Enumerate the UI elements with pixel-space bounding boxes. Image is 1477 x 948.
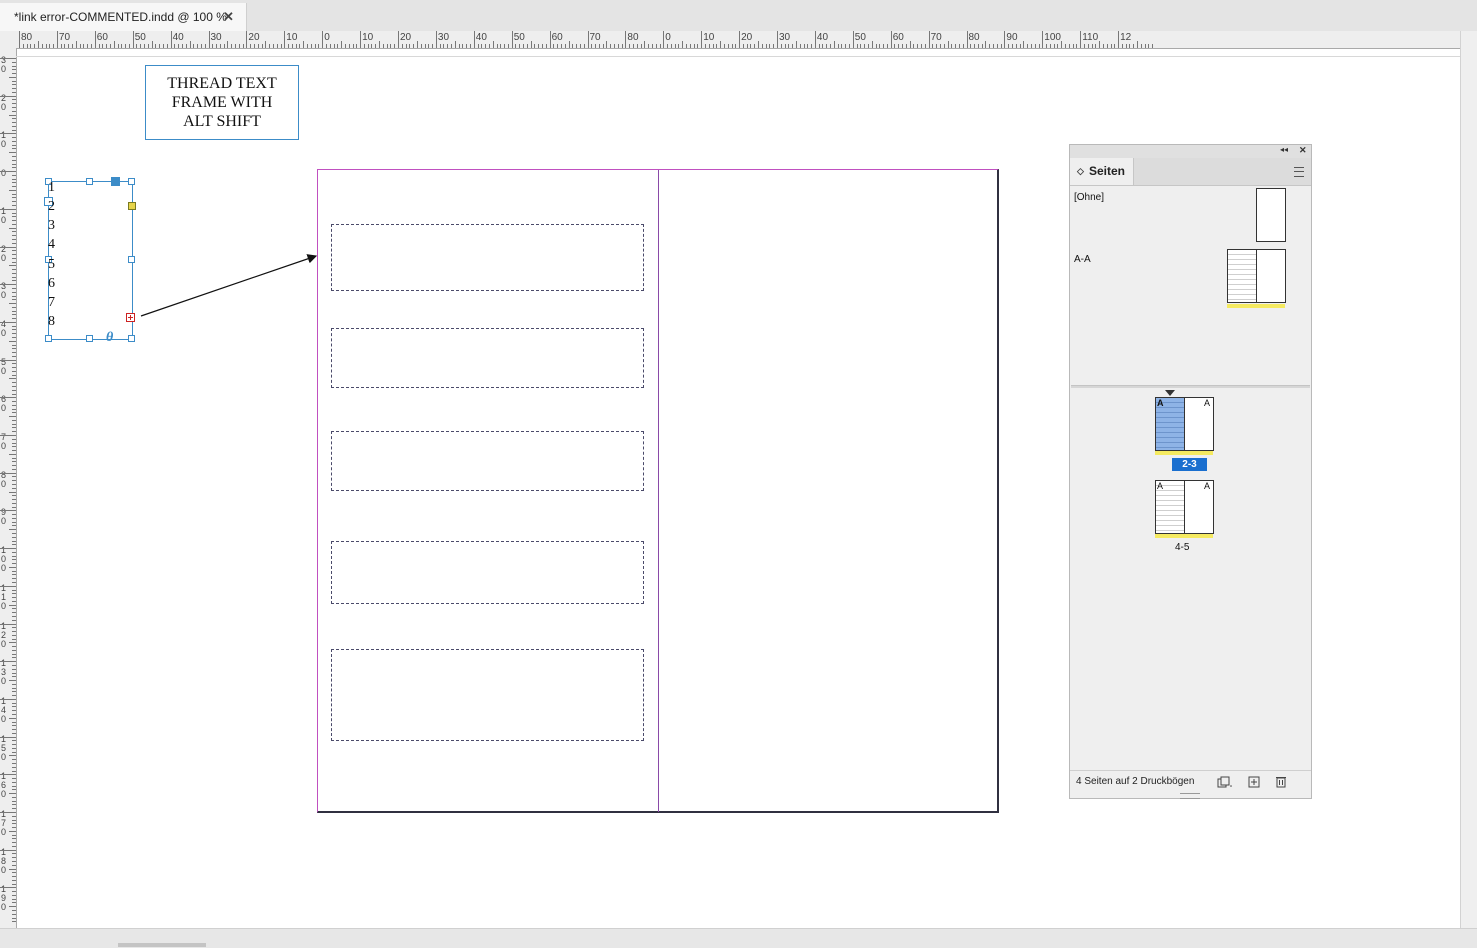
panel-resize-grip[interactable] bbox=[1180, 793, 1200, 799]
spread-fold bbox=[658, 170, 659, 812]
close-icon[interactable]: ✕ bbox=[1299, 145, 1307, 156]
master-none-thumbnail[interactable] bbox=[1256, 188, 1286, 242]
page-4-master-letter: A bbox=[1157, 481, 1164, 491]
master-a-label[interactable]: A-A bbox=[1074, 254, 1091, 265]
page-3-master-letter: A bbox=[1204, 398, 1211, 408]
panel-divider[interactable] bbox=[1071, 385, 1310, 388]
pages-status-text: 4 Seiten auf 2 Druckbögen bbox=[1076, 776, 1195, 787]
tab-pages-label: Seiten bbox=[1089, 164, 1126, 178]
master-a-right-thumbnail[interactable] bbox=[1256, 249, 1286, 303]
spread-color-label bbox=[1155, 534, 1213, 538]
page-5-master-letter: A bbox=[1204, 481, 1211, 491]
collapse-icon[interactable]: ◂◂ bbox=[1280, 145, 1288, 154]
panel-tab-row: ◇ Seiten bbox=[1070, 158, 1311, 186]
empty-text-frame[interactable] bbox=[331, 541, 644, 604]
panel-title-strip: ◂◂ ✕ bbox=[1070, 145, 1311, 158]
empty-text-frame[interactable] bbox=[331, 328, 644, 388]
master-a-left-thumbnail[interactable] bbox=[1227, 249, 1257, 303]
spread-4-5-label[interactable]: 4-5 bbox=[1175, 542, 1189, 553]
delete-page-icon[interactable] bbox=[1275, 775, 1287, 788]
spread-2-3-label[interactable]: 2-3 bbox=[1172, 458, 1207, 471]
empty-text-frame[interactable] bbox=[331, 649, 644, 741]
current-page-marker-icon bbox=[1165, 390, 1175, 396]
panel-footer: 4 Seiten auf 2 Druckbögen bbox=[1070, 770, 1311, 793]
chevron-updown-icon: ◇ bbox=[1077, 166, 1084, 176]
page-size-icon[interactable] bbox=[1217, 776, 1233, 788]
empty-text-frame[interactable] bbox=[331, 431, 644, 491]
spread-color-label bbox=[1155, 451, 1213, 455]
panel-menu-icon[interactable] bbox=[1294, 167, 1304, 177]
empty-text-frame[interactable] bbox=[331, 224, 644, 291]
new-page-icon[interactable] bbox=[1248, 776, 1260, 788]
page-2-master-letter: A bbox=[1157, 398, 1164, 408]
master-color-label bbox=[1227, 304, 1285, 308]
master-none-label[interactable]: [Ohne] bbox=[1074, 192, 1104, 203]
pages-panel[interactable]: ◂◂ ✕ ◇ Seiten [Ohne] A-A A A 2-3 A A 4-5… bbox=[1069, 144, 1312, 799]
tab-pages[interactable]: ◇ Seiten bbox=[1070, 158, 1134, 185]
